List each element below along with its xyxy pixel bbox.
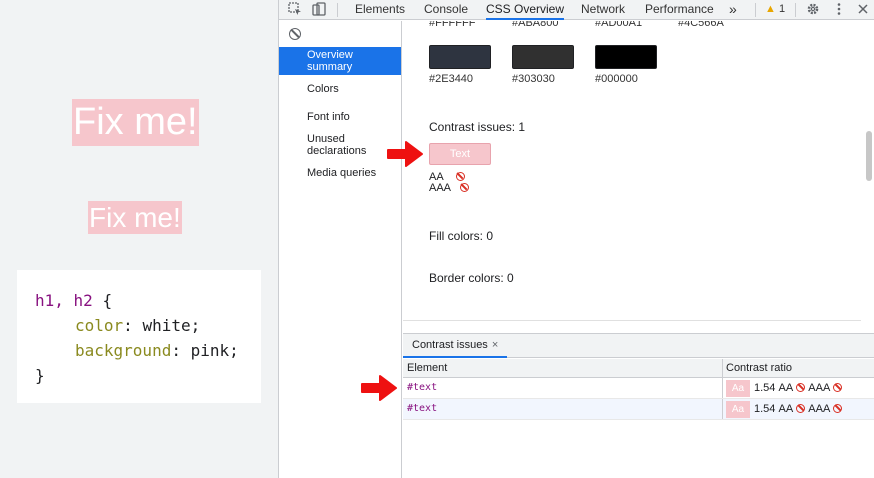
color-swatch[interactable] xyxy=(595,45,657,69)
tab-console[interactable]: Console xyxy=(424,0,468,20)
table-header: Element Contrast ratio xyxy=(403,359,874,378)
color-label: #2E3440 xyxy=(429,73,474,85)
css-property: background xyxy=(75,341,172,360)
close-icon[interactable] xyxy=(855,2,871,18)
column-header-contrast-ratio[interactable]: Contrast ratio xyxy=(726,359,792,377)
aaa-label: AAA xyxy=(429,182,452,194)
warnings-badge[interactable]: ▲ 1 xyxy=(765,0,785,20)
drawer-tab-strip: Contrast issues × xyxy=(403,334,874,358)
tab-css-overview[interactable]: CSS Overview xyxy=(486,0,565,20)
contrast-preview-chip: Aa xyxy=(726,401,750,418)
column-header-element[interactable]: Element xyxy=(407,359,447,377)
vertical-scrollbar[interactable] xyxy=(861,21,874,333)
color-label: #FFFFFF xyxy=(429,21,476,29)
contrast-ratio-cell: Aa 1.54 AA AAA xyxy=(726,399,843,419)
contrast-issues-table: Element Contrast ratio #text Aa 1.54 AA A… xyxy=(403,359,874,420)
aaa-grade: AAA xyxy=(429,182,470,194)
code-line-close: } xyxy=(35,366,45,385)
column-divider xyxy=(722,378,723,398)
color-label: #ABA800 xyxy=(512,21,559,29)
device-toolbar-icon[interactable] xyxy=(311,2,327,18)
close-icon[interactable]: × xyxy=(492,339,498,351)
css-code-block: h1, h2 { color: white; background: pink;… xyxy=(17,270,261,403)
ratio-value: 1.54 xyxy=(754,382,776,394)
css-overview-sidebar: Overview summary Colors Font info Unused… xyxy=(279,21,402,478)
css-value: white; xyxy=(142,316,201,335)
column-divider xyxy=(722,359,723,377)
aa-label: AA xyxy=(778,403,794,415)
element-cell[interactable]: #text xyxy=(407,378,437,398)
aa-label: AA xyxy=(778,382,794,394)
ratio-value: 1.54 xyxy=(754,403,776,415)
devtools-panel: Elements Console CSS Overview Network Pe… xyxy=(278,0,874,478)
contrast-issues-heading: Contrast issues: 1 xyxy=(429,120,526,134)
fail-icon xyxy=(833,404,843,413)
contrast-preview-chip: Aa xyxy=(726,380,750,397)
color-label: #000000 xyxy=(595,73,638,85)
fill-colors-heading: Fill colors: 0 xyxy=(429,229,494,243)
warnings-count: 1 xyxy=(778,3,786,15)
tab-performance[interactable]: Performance xyxy=(645,0,714,20)
color-label: #AD00A1 xyxy=(595,21,643,29)
fail-icon xyxy=(796,383,806,392)
code-line-selector: h1, h2 { xyxy=(35,288,243,313)
aaa-label: AAA xyxy=(808,382,831,394)
table-row[interactable]: #text Aa 1.54 AA AAA xyxy=(403,378,874,399)
sidebar-item-overview-summary[interactable]: Overview summary xyxy=(279,47,401,75)
color-label: #303030 xyxy=(512,73,555,85)
toolbar-separator xyxy=(755,3,756,17)
css-selector: h1, h2 xyxy=(35,291,93,310)
clear-overview-icon[interactable] xyxy=(289,28,301,40)
css-value: pink; xyxy=(190,341,239,360)
scrollbar-thumb[interactable] xyxy=(866,131,872,181)
table-row[interactable]: #text Aa 1.54 AA AAA xyxy=(403,399,874,420)
contrast-issues-drawer: Contrast issues × Element Contrast ratio … xyxy=(403,333,874,478)
css-property: color xyxy=(75,316,124,335)
element-cell[interactable]: #text xyxy=(407,399,437,419)
fail-icon xyxy=(833,383,843,392)
column-divider xyxy=(722,399,723,419)
sidebar-item-unused-declarations[interactable]: Unused declarations xyxy=(279,133,401,157)
sidebar-item-colors[interactable]: Colors xyxy=(279,83,401,95)
aaa-label: AAA xyxy=(808,403,831,415)
sidebar-item-media-queries[interactable]: Media queries xyxy=(279,167,401,179)
warning-icon: ▲ xyxy=(765,3,776,15)
heading-h1: Fix me! xyxy=(72,99,199,146)
code-line-color: color: white; xyxy=(75,316,201,335)
gear-icon[interactable] xyxy=(805,2,821,18)
inspect-element-icon[interactable] xyxy=(287,2,303,18)
section-divider xyxy=(403,320,861,321)
fail-icon xyxy=(455,172,465,181)
contrast-ratio-cell: Aa 1.54 AA AAA xyxy=(726,378,843,398)
tab-contrast-issues[interactable]: Contrast issues × xyxy=(403,334,508,358)
toolbar-separator xyxy=(795,3,796,17)
tab-network[interactable]: Network xyxy=(581,0,625,20)
annotation-arrow-icon xyxy=(361,375,397,401)
toolbar-separator xyxy=(337,3,338,17)
sidebar-item-font-info[interactable]: Font info xyxy=(279,111,401,123)
code-line-background: background: pink; xyxy=(75,341,239,360)
tab-elements[interactable]: Elements xyxy=(355,0,405,20)
overview-content[interactable]: #FFFFFF #ABA800 #AD00A1 #4C566A #2E3440 … xyxy=(403,21,874,333)
contrast-sample-chip[interactable]: Text xyxy=(429,143,491,165)
kebab-menu-icon[interactable] xyxy=(831,2,847,18)
border-colors-heading: Border colors: 0 xyxy=(429,271,514,285)
heading-h2: Fix me! xyxy=(88,201,182,234)
annotation-arrow-icon xyxy=(387,141,423,167)
devtools-toolbar: Elements Console CSS Overview Network Pe… xyxy=(279,0,874,20)
fail-icon xyxy=(796,404,806,413)
page-preview: Fix me! Fix me! h1, h2 { color: white; b… xyxy=(0,0,278,478)
more-tabs-button[interactable]: » xyxy=(729,0,737,20)
open-brace: { xyxy=(102,291,113,310)
fail-icon xyxy=(460,183,470,192)
color-swatch[interactable] xyxy=(512,45,574,69)
color-swatch[interactable] xyxy=(429,45,491,69)
drawer-tab-label: Contrast issues xyxy=(412,339,488,351)
color-label: #4C566A xyxy=(678,21,724,29)
